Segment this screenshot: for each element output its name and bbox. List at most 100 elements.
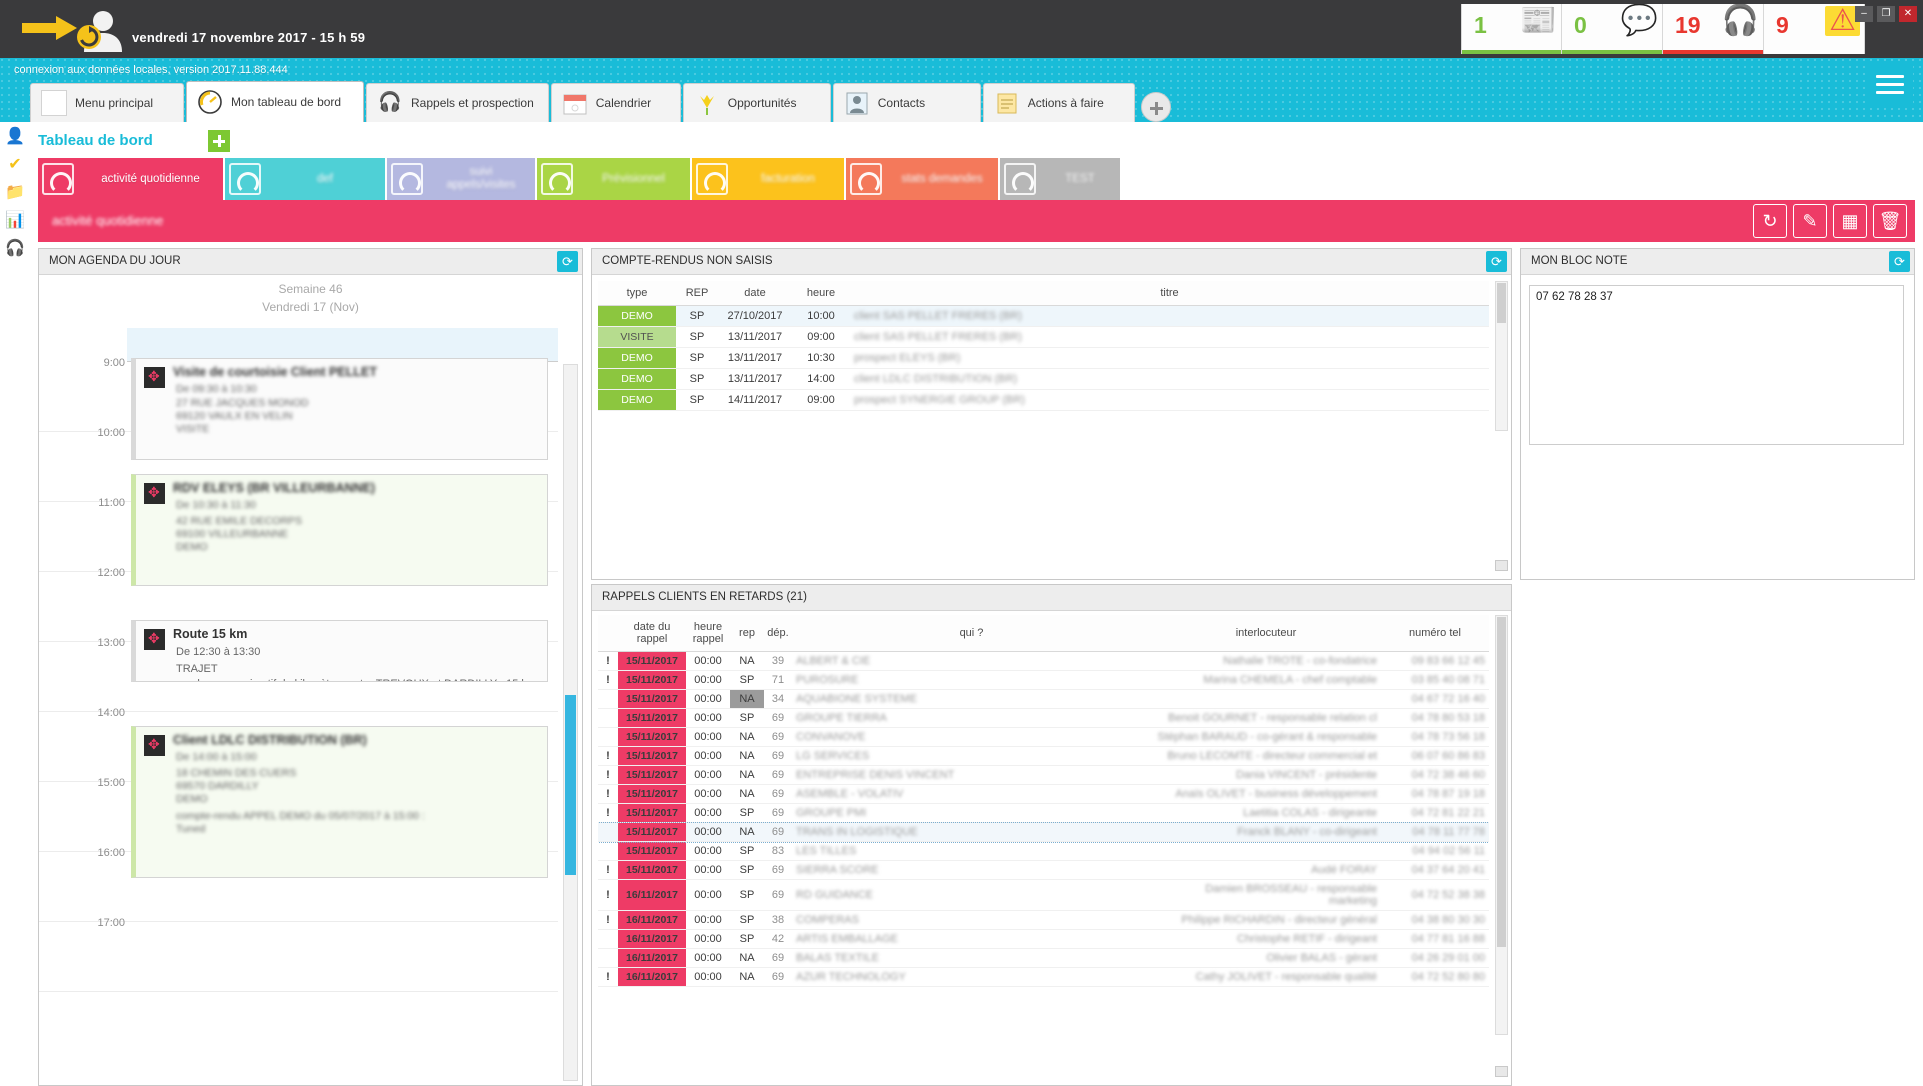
table-row[interactable]: 15/11/2017 00:00 NA 69 TRANS IN LOGISTIQUE Fr… (598, 821, 1489, 843)
agenda-event[interactable]: Route 15 km De 12:30 à 13:30 TRAJET nomb… (131, 620, 548, 682)
col-date[interactable]: date (718, 281, 792, 306)
table-row[interactable]: ! 15/11/2017 00:00 NA 39 ALBERT & CIE Nathalie… (598, 651, 1489, 671)
window-title-bar: vendredi 17 novembre 2017 - 15 h 59 1 📰 … (0, 0, 1923, 58)
table-row[interactable]: ! 15/11/2017 00:00 SP 69 SIERRA SCORE Audé FOR… (598, 860, 1489, 880)
cell-interlocuteur (1151, 841, 1381, 861)
table-row[interactable]: ! 16/11/2017 00:00 SP 38 COMPERAS Philippe RIC… (598, 910, 1489, 930)
tab-mon-tableau-de-bord[interactable]: Mon tableau de bord (186, 81, 364, 122)
agenda-event[interactable]: Visite de courtoisie Client PELLET De 09… (131, 358, 548, 460)
table-row[interactable]: ! 15/11/2017 00:00 SP 69 GROUPE PMI Laetitia C… (598, 803, 1489, 823)
layout-grid-icon[interactable]: ▦ (1833, 204, 1867, 238)
col-dep[interactable]: dép. (764, 615, 792, 652)
kpi-alerts[interactable]: 9 ⚠ (1764, 4, 1865, 54)
table-row[interactable]: ! 15/11/2017 00:00 SP 71 PUROSURE Marina CHEME… (598, 670, 1489, 690)
headset-icon[interactable]: 🎧 (4, 238, 26, 260)
table-row[interactable]: 16/11/2017 00:00 NA 69 BALAS TEXTILE Olivier … (598, 948, 1489, 968)
table-row[interactable]: 15/11/2017 00:00 SP 69 GROUPE TIERRA Benoit G… (598, 708, 1489, 728)
col-date-rappel[interactable]: date du rappel (618, 615, 686, 652)
tab-calendrier[interactable]: Calendrier (550, 83, 681, 122)
refresh-icon[interactable]: ⟳ (557, 251, 578, 272)
tab-actions-a-faire[interactable]: Actions à faire (982, 83, 1135, 122)
col-rep[interactable]: REP (676, 281, 718, 306)
table-row[interactable]: ! 15/11/2017 00:00 NA 69 LG SERVICES Bruno LEC… (598, 746, 1489, 766)
close-button[interactable]: ✕ (1899, 6, 1917, 22)
sync-refresh-icon[interactable] (76, 24, 102, 50)
agenda-hour-label: 12:00 (97, 567, 125, 579)
col-type[interactable]: type (598, 281, 676, 306)
add-dashboard-button[interactable] (208, 130, 230, 152)
col-interlocuteur[interactable]: interlocuteur (1151, 615, 1381, 652)
person-icon[interactable]: 👤 (4, 126, 26, 148)
col-titre[interactable]: titre (850, 281, 1489, 306)
dashboard-tab-activite-quotidienne[interactable]: activité quotidienne (38, 158, 223, 200)
folder-icon[interactable]: 📁 (4, 182, 26, 204)
table-row[interactable]: 15/11/2017 00:00 SP 83 LES TILLES 04 94 02 56… (598, 841, 1489, 861)
table-row[interactable]: 16/11/2017 00:00 SP 42 ARTIS EMBALLAGE Christ… (598, 929, 1489, 949)
agenda-scrollbar[interactable] (563, 364, 578, 1081)
agenda-event[interactable]: Client LDLC DISTRIBUTION (BR) De 14:00 à… (131, 726, 548, 878)
rappels-scrollbar[interactable] (1495, 615, 1508, 1035)
chart-icon[interactable]: 📊 (4, 210, 26, 232)
table-row[interactable]: 15/11/2017 00:00 NA 69 CONVANOVE Stéphan BARA… (598, 727, 1489, 747)
tab-opportunites[interactable]: Opportunités (682, 83, 831, 122)
edit-pencil-icon[interactable]: ✎ (1793, 204, 1827, 238)
refresh-icon[interactable]: ⟳ (1889, 251, 1910, 272)
col-numero-tel[interactable]: numéro tel (1381, 615, 1489, 652)
table-row[interactable]: DEMO SP 13/11/2017 10:30 prospect ELEYS … (598, 347, 1489, 369)
kpi-calls[interactable]: 19 🎧 (1663, 4, 1764, 54)
dashboard-tab-facturation[interactable]: facturation (692, 158, 844, 200)
check-icon[interactable]: ✔ (4, 154, 26, 176)
dashboard-tab-def[interactable]: def (225, 158, 385, 200)
type-badge: VISITE (598, 327, 676, 347)
table-row[interactable]: DEMO SP 27/10/2017 10:00 client SAS PELL… (598, 305, 1489, 327)
table-row[interactable]: DEMO SP 13/11/2017 14:00 client LDLC DIS… (598, 368, 1489, 390)
cell-qui: RD GUIDANCE (792, 879, 1151, 911)
menu-hamburger-button[interactable] (1867, 62, 1913, 108)
bloc-note-textarea[interactable] (1529, 285, 1904, 445)
add-tab-button[interactable] (1140, 92, 1171, 122)
scroll-thumb[interactable] (1497, 283, 1506, 323)
dashboard-tab-label: def (317, 172, 333, 185)
tab-menu-principal[interactable]: Menu principal (30, 83, 184, 122)
trash-icon[interactable]: 🗑 (1873, 204, 1907, 238)
kpi-messages[interactable]: 0 💬 (1562, 4, 1663, 54)
refresh-icon[interactable]: ⟳ (1486, 251, 1507, 272)
table-row[interactable]: ! 15/11/2017 00:00 NA 69 ENTREPRISE DENIS VIN… (598, 765, 1489, 785)
dashboard-tab-test[interactable]: TEST (1000, 158, 1120, 200)
col-qui[interactable]: qui ? (792, 615, 1151, 652)
dashboard-tab-suivi-appels-visites[interactable]: suivi appels/visites (387, 158, 535, 200)
scroll-thumb[interactable] (1497, 617, 1506, 947)
tab-contacts[interactable]: Contacts (832, 83, 981, 122)
cell-interlocuteur: Dania VINCENT - présidente (1151, 765, 1381, 785)
col-heure-rappel[interactable]: heure rappel (686, 615, 730, 652)
agenda-event[interactable]: RDV ELEYS (BR VILLEURBANNE) De 10:30 à 1… (131, 474, 548, 586)
col-rep[interactable]: rep (730, 615, 764, 652)
cell-heure-rappel: 00:00 (686, 929, 730, 949)
dashboard-tab-label: Prévisionnel (602, 172, 665, 185)
compte-rendus-scrollbar[interactable] (1495, 281, 1508, 431)
grid-options-button[interactable] (1495, 560, 1508, 571)
dashboard-tab-stats-demandes[interactable]: stats demandes (846, 158, 998, 200)
cell-date-rappel: 15/11/2017 (618, 708, 686, 728)
refresh-icon[interactable]: ↻ (1753, 204, 1787, 238)
agenda-scroll-thumb[interactable] (565, 695, 576, 875)
cell-dep: 69 (764, 879, 792, 911)
yellow-right-arrow-icon[interactable] (22, 14, 78, 42)
compte-rendus-table: type REP date heure titre DEMO SP 27/10/… (598, 281, 1489, 411)
table-row[interactable]: ! 15/11/2017 00:00 NA 69 ASEMBLE - VOLATIV Ana… (598, 784, 1489, 804)
col-heure[interactable]: heure (792, 281, 850, 306)
kpi-news[interactable]: 1 📰 (1461, 4, 1562, 54)
maximize-button[interactable]: ❐ (1877, 6, 1895, 22)
agenda-allday-row[interactable] (127, 328, 558, 362)
table-row[interactable]: DEMO SP 14/11/2017 09:00 prospect SYNERG… (598, 389, 1489, 411)
grid-options-button[interactable] (1495, 1066, 1508, 1077)
cell-heure-rappel: 00:00 (686, 822, 730, 842)
table-row[interactable]: ! 16/11/2017 00:00 NA 69 AZUR TECHNOLOGY Cathy… (598, 967, 1489, 987)
agenda-hour-row[interactable] (39, 922, 558, 992)
tab-rappels-et-prospection[interactable]: 🎧 Rappels et prospection (366, 83, 549, 122)
minimize-button[interactable]: – (1855, 6, 1873, 22)
table-row[interactable]: VISITE SP 13/11/2017 09:00 client SAS PE… (598, 326, 1489, 348)
table-row[interactable]: ! 16/11/2017 00:00 SP 69 RD GUIDANCE Damien BR… (598, 879, 1489, 911)
table-row[interactable]: 15/11/2017 00:00 NA 34 AQUABIONE SYSTEME 04 6… (598, 689, 1489, 709)
dashboard-tab-previsionnel[interactable]: Prévisionnel (537, 158, 690, 200)
